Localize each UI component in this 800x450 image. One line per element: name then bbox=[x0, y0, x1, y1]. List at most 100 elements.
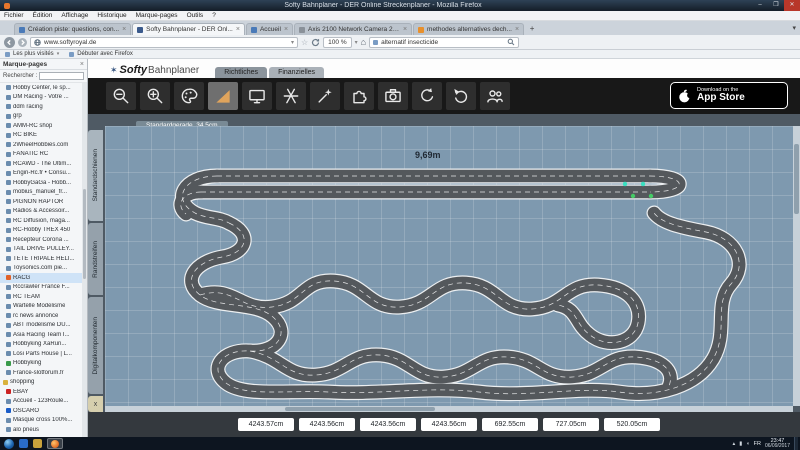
category-tab-1[interactable]: Randstreifen bbox=[88, 223, 103, 294]
zoom-in-button[interactable] bbox=[140, 82, 170, 110]
bookmark-item[interactable]: Engin-Rc.fr • Consu... bbox=[0, 169, 82, 179]
browser-tab[interactable]: Axis 2100 Network Camera 2.43× bbox=[294, 23, 412, 35]
url-dropdown-icon[interactable]: ▾ bbox=[291, 39, 294, 46]
sidebar-scrollbar[interactable] bbox=[82, 83, 87, 437]
rotate-button[interactable] bbox=[412, 82, 442, 110]
car-marker[interactable] bbox=[623, 182, 627, 186]
bookmark-item[interactable]: Rccrawler France F... bbox=[0, 283, 82, 293]
bookmark-item[interactable]: RCAWD - The Ultim... bbox=[0, 159, 82, 169]
tray-expand-icon[interactable]: ▴ bbox=[733, 441, 736, 447]
browser-tab[interactable]: Softy Bahnplaner - DER Onl...× bbox=[132, 23, 245, 35]
bookmarks-bar-item[interactable]: Débuter avec Firefox bbox=[69, 51, 133, 57]
folder-icon[interactable] bbox=[33, 439, 42, 448]
screen-button[interactable] bbox=[242, 82, 272, 110]
menu-item-3[interactable]: Historique bbox=[97, 12, 126, 19]
bookmark-item[interactable]: mobius_manuel_fr... bbox=[0, 188, 82, 198]
bookmark-folder[interactable]: shopping bbox=[0, 378, 82, 388]
bookmark-item[interactable]: FANATIC RC bbox=[0, 150, 82, 160]
browser-tab[interactable]: Accueil× bbox=[246, 23, 293, 35]
bookmark-item[interactable]: Radios & Accessoir... bbox=[0, 207, 82, 217]
bookmark-item[interactable]: Wartelle Modelisme bbox=[0, 302, 82, 312]
bookmark-item[interactable]: Masque cross 100%... bbox=[0, 416, 82, 426]
zoom-level[interactable]: 100 % bbox=[323, 37, 351, 48]
network-icon[interactable]: ▮ bbox=[739, 441, 742, 447]
tools-button[interactable] bbox=[276, 82, 306, 110]
bookmark-item[interactable]: RC Diffusion, maga... bbox=[0, 216, 82, 226]
sidebar-close-icon[interactable]: × bbox=[80, 61, 84, 68]
menu-item-0[interactable]: Fichier bbox=[4, 12, 24, 19]
app-store-badge[interactable]: Download on the App Store bbox=[670, 82, 788, 109]
puzzle-button[interactable] bbox=[344, 82, 374, 110]
bookmark-item[interactable]: RACG bbox=[0, 273, 82, 283]
search-icon[interactable] bbox=[507, 38, 515, 46]
bookmark-item[interactable]: Accueil - 123Roule... bbox=[0, 397, 82, 407]
zoom-dropdown-icon[interactable]: ▾ bbox=[355, 39, 358, 46]
browser-tab[interactable]: methodes alternatives dech...× bbox=[413, 23, 524, 35]
bookmark-item[interactable]: Hobbyking XaRun... bbox=[0, 340, 82, 350]
bookmark-item[interactable]: Hobbyking bbox=[0, 359, 82, 369]
category-tab-2[interactable]: Digitalkomponenten bbox=[88, 297, 103, 394]
tab-close-icon[interactable]: × bbox=[515, 26, 519, 33]
volume-icon[interactable]: ◖ bbox=[746, 441, 749, 447]
bookmark-item[interactable]: RC TEAM bbox=[0, 292, 82, 302]
show-desktop-button[interactable] bbox=[794, 437, 798, 450]
category-tab-0[interactable]: Standardschienen bbox=[88, 130, 103, 221]
firefox-taskbar-button[interactable] bbox=[47, 438, 63, 449]
category-tab-close[interactable]: x bbox=[88, 396, 103, 412]
tab-close-icon[interactable]: × bbox=[403, 26, 407, 33]
menu-item-2[interactable]: Affichage bbox=[61, 12, 88, 19]
track-canvas[interactable]: 9,69m bbox=[105, 126, 793, 406]
bookmark-item[interactable]: RC-Hobby TREX 450 bbox=[0, 226, 82, 236]
zoom-out-button[interactable] bbox=[106, 82, 136, 110]
undo-button[interactable] bbox=[446, 82, 476, 110]
vertical-scrollbar[interactable] bbox=[793, 126, 800, 406]
bookmark-item[interactable]: Losi Parts House | L... bbox=[0, 349, 82, 359]
bookmark-item[interactable]: Asia Racing Team I... bbox=[0, 330, 82, 340]
minimize-button[interactable]: – bbox=[752, 0, 768, 11]
wand-button[interactable] bbox=[310, 82, 340, 110]
app-tab-richtliches[interactable]: Richtliches bbox=[215, 67, 267, 78]
bookmark-item[interactable]: AMM-RC shop bbox=[0, 121, 82, 131]
forward-button[interactable] bbox=[18, 38, 27, 47]
car-marker[interactable] bbox=[649, 194, 653, 198]
bookmark-item[interactable]: alo pneus bbox=[0, 425, 82, 435]
menu-item-1[interactable]: Édition bbox=[33, 12, 53, 19]
bookmark-item[interactable]: TAIL DRIVE PULLEY... bbox=[0, 245, 82, 255]
bookmark-item[interactable]: ddm racing bbox=[0, 102, 82, 112]
car-marker[interactable] bbox=[631, 194, 635, 198]
bookmark-item[interactable]: 2WheelHobbies.com bbox=[0, 140, 82, 150]
bookmark-item[interactable]: EBAY bbox=[0, 387, 82, 397]
bookmark-item[interactable]: Toysonics.com pie... bbox=[0, 264, 82, 274]
search-bar[interactable]: alternatif insecticide bbox=[369, 37, 519, 48]
bookmark-item[interactable]: ABT modelisme DU... bbox=[0, 321, 82, 331]
taskbar-clock[interactable]: 23:47 06/09/2017 bbox=[765, 438, 790, 450]
tab-close-icon[interactable]: × bbox=[236, 26, 240, 33]
url-bar[interactable]: www.softyroyal.de ▾ bbox=[30, 37, 298, 48]
bookmark-item[interactable]: OSCARO bbox=[0, 406, 82, 416]
bookmark-item[interactable]: RC BIKE bbox=[0, 131, 82, 141]
bookmark-item[interactable]: Hobby Center, le sp... bbox=[0, 83, 82, 93]
bookmark-item[interactable]: PIGNON RAPTOR bbox=[0, 197, 82, 207]
home-button[interactable]: ⌂ bbox=[361, 37, 366, 48]
back-button[interactable] bbox=[4, 37, 15, 48]
close-button[interactable]: ✕ bbox=[784, 0, 800, 11]
car-marker[interactable] bbox=[641, 182, 645, 186]
bookmark-star-icon[interactable]: ☆ bbox=[301, 37, 308, 48]
internet-explorer-icon[interactable] bbox=[19, 439, 28, 448]
start-button[interactable] bbox=[4, 439, 14, 449]
bookmark-item[interactable]: DM Racing - Votre ... bbox=[0, 93, 82, 103]
track-drawing[interactable] bbox=[105, 126, 793, 406]
bookmarks-search-input[interactable] bbox=[39, 72, 84, 80]
tab-list-button[interactable]: ▾ bbox=[792, 23, 796, 35]
menu-item-5[interactable]: Outils bbox=[187, 12, 204, 19]
bookmark-item[interactable]: Recepteur Corona ... bbox=[0, 235, 82, 245]
camera-button[interactable] bbox=[378, 82, 408, 110]
menu-item-4[interactable]: Marque-pages bbox=[136, 12, 178, 19]
bookmark-item[interactable]: France-slotforum.fr bbox=[0, 368, 82, 378]
bookmark-item[interactable]: grp bbox=[0, 112, 82, 122]
tab-close-icon[interactable]: × bbox=[284, 26, 288, 33]
reload-button[interactable] bbox=[311, 38, 320, 47]
bookmark-item[interactable]: TETE TRIPALE HELI... bbox=[0, 254, 82, 264]
language-indicator[interactable]: FR bbox=[754, 441, 761, 447]
palette-button[interactable] bbox=[174, 82, 204, 110]
